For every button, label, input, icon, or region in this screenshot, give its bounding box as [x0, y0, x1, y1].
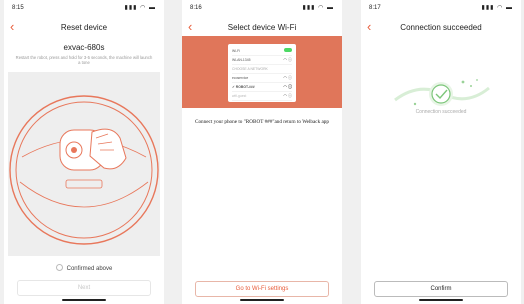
confirm-radio[interactable] — [55, 264, 63, 271]
status-time: 8:17 — [369, 5, 381, 11]
page-title: Reset device — [60, 23, 108, 32]
wifi-row-label: CHOOSE A NETWORK — [232, 67, 268, 71]
home-indicator — [419, 299, 463, 301]
nav-bar: ‹ Connection succeeded — [361, 18, 521, 38]
status-bar: 8:15 ▮▮▮ ◠ ▬ — [12, 3, 156, 15]
status-bar: 8:17 ▮▮▮ ◠ ▬ — [369, 3, 513, 15]
wifi-toggle — [284, 48, 292, 52]
next-button[interactable]: Next — [17, 280, 151, 296]
home-indicator — [240, 299, 284, 301]
wifi-icon: ◠ ⓘ — [283, 75, 292, 80]
status-bar: 8:16 ▮▮▮ ◠ ▬ — [190, 3, 334, 15]
confirm-checkbox-row[interactable]: Confirmed above — [4, 264, 164, 272]
wifi-icon: ◠ ⓘ — [283, 84, 292, 89]
page-title: Select device Wi-Fi — [227, 23, 297, 32]
wifi-settings-banner: Wi-Fi WLAN-1345 ◠ ⓘ CHOOSE A NETWORK eco… — [182, 36, 342, 108]
signal-battery-icon: ▮▮▮ ◠ ▬ — [481, 5, 513, 11]
robot-vacuum-illustration — [9, 95, 159, 245]
nav-bar: ‹ Reset device — [4, 18, 164, 38]
wifi-section-header: CHOOSE A NETWORK — [232, 65, 292, 74]
device-model: exvac-680s — [63, 43, 105, 52]
wifi-row-label: ✓ ROBOT-### — [232, 85, 255, 89]
reset-instruction: Restart the robot, press and hold for 3-… — [15, 55, 153, 66]
nav-bar: ‹ Select device Wi-Fi — [182, 18, 342, 38]
wifi-instruction: Connect your phone to "ROBOT ###"and ret… — [194, 119, 329, 125]
reset-device-screen: 8:15 ▮▮▮ ◠ ▬ ‹ Reset device exvac-680s R… — [4, 0, 164, 304]
confirm-button[interactable]: Confirm — [374, 281, 508, 297]
home-indicator — [62, 299, 106, 301]
wifi-toggle-row: Wi-Fi — [232, 47, 292, 56]
wifi-row-label: wifi-guest — [232, 94, 247, 98]
wifi-network-row: ecoservice ◠ ⓘ — [232, 74, 292, 83]
signal-battery-icon: ▮▮▮ ◠ ▬ — [302, 5, 334, 11]
wifi-network-row-selected: ✓ ROBOT-### ◠ ⓘ — [232, 83, 292, 92]
signal-battery-icon: ▮▮▮ ◠ ▬ — [124, 5, 156, 11]
connection-status-text: Connection succeeded — [415, 109, 467, 115]
status-time: 8:15 — [12, 5, 24, 11]
select-wifi-screen: 8:16 ▮▮▮ ◠ ▬ ‹ Select device Wi-Fi Wi-Fi… — [182, 0, 342, 304]
robot-illustration-panel — [8, 72, 160, 256]
wifi-list-card: Wi-Fi WLAN-1345 ◠ ⓘ CHOOSE A NETWORK eco… — [228, 44, 296, 102]
wifi-row-label: WLAN-1345 — [232, 58, 251, 62]
wifi-network-row: WLAN-1345 ◠ ⓘ — [232, 56, 292, 65]
connection-succeeded-screen: 8:17 ▮▮▮ ◠ ▬ ‹ Connection succeeded Conn… — [361, 0, 521, 304]
wifi-row-label: ecoservice — [232, 76, 249, 80]
go-to-wifi-settings-button[interactable]: Go to Wi-Fi settings — [195, 281, 329, 297]
wifi-network-row: wifi-guest ◠ ⓘ — [232, 92, 292, 101]
status-time: 8:16 — [190, 5, 202, 11]
confirm-label: Confirmed above — [66, 266, 113, 272]
wifi-icon: ◠ ⓘ — [283, 57, 292, 62]
page-title: Connection succeeded — [400, 23, 482, 32]
wifi-row-label: Wi-Fi — [232, 49, 240, 53]
wifi-icon: ◠ ⓘ — [283, 93, 292, 98]
success-check-icon — [394, 79, 490, 106]
